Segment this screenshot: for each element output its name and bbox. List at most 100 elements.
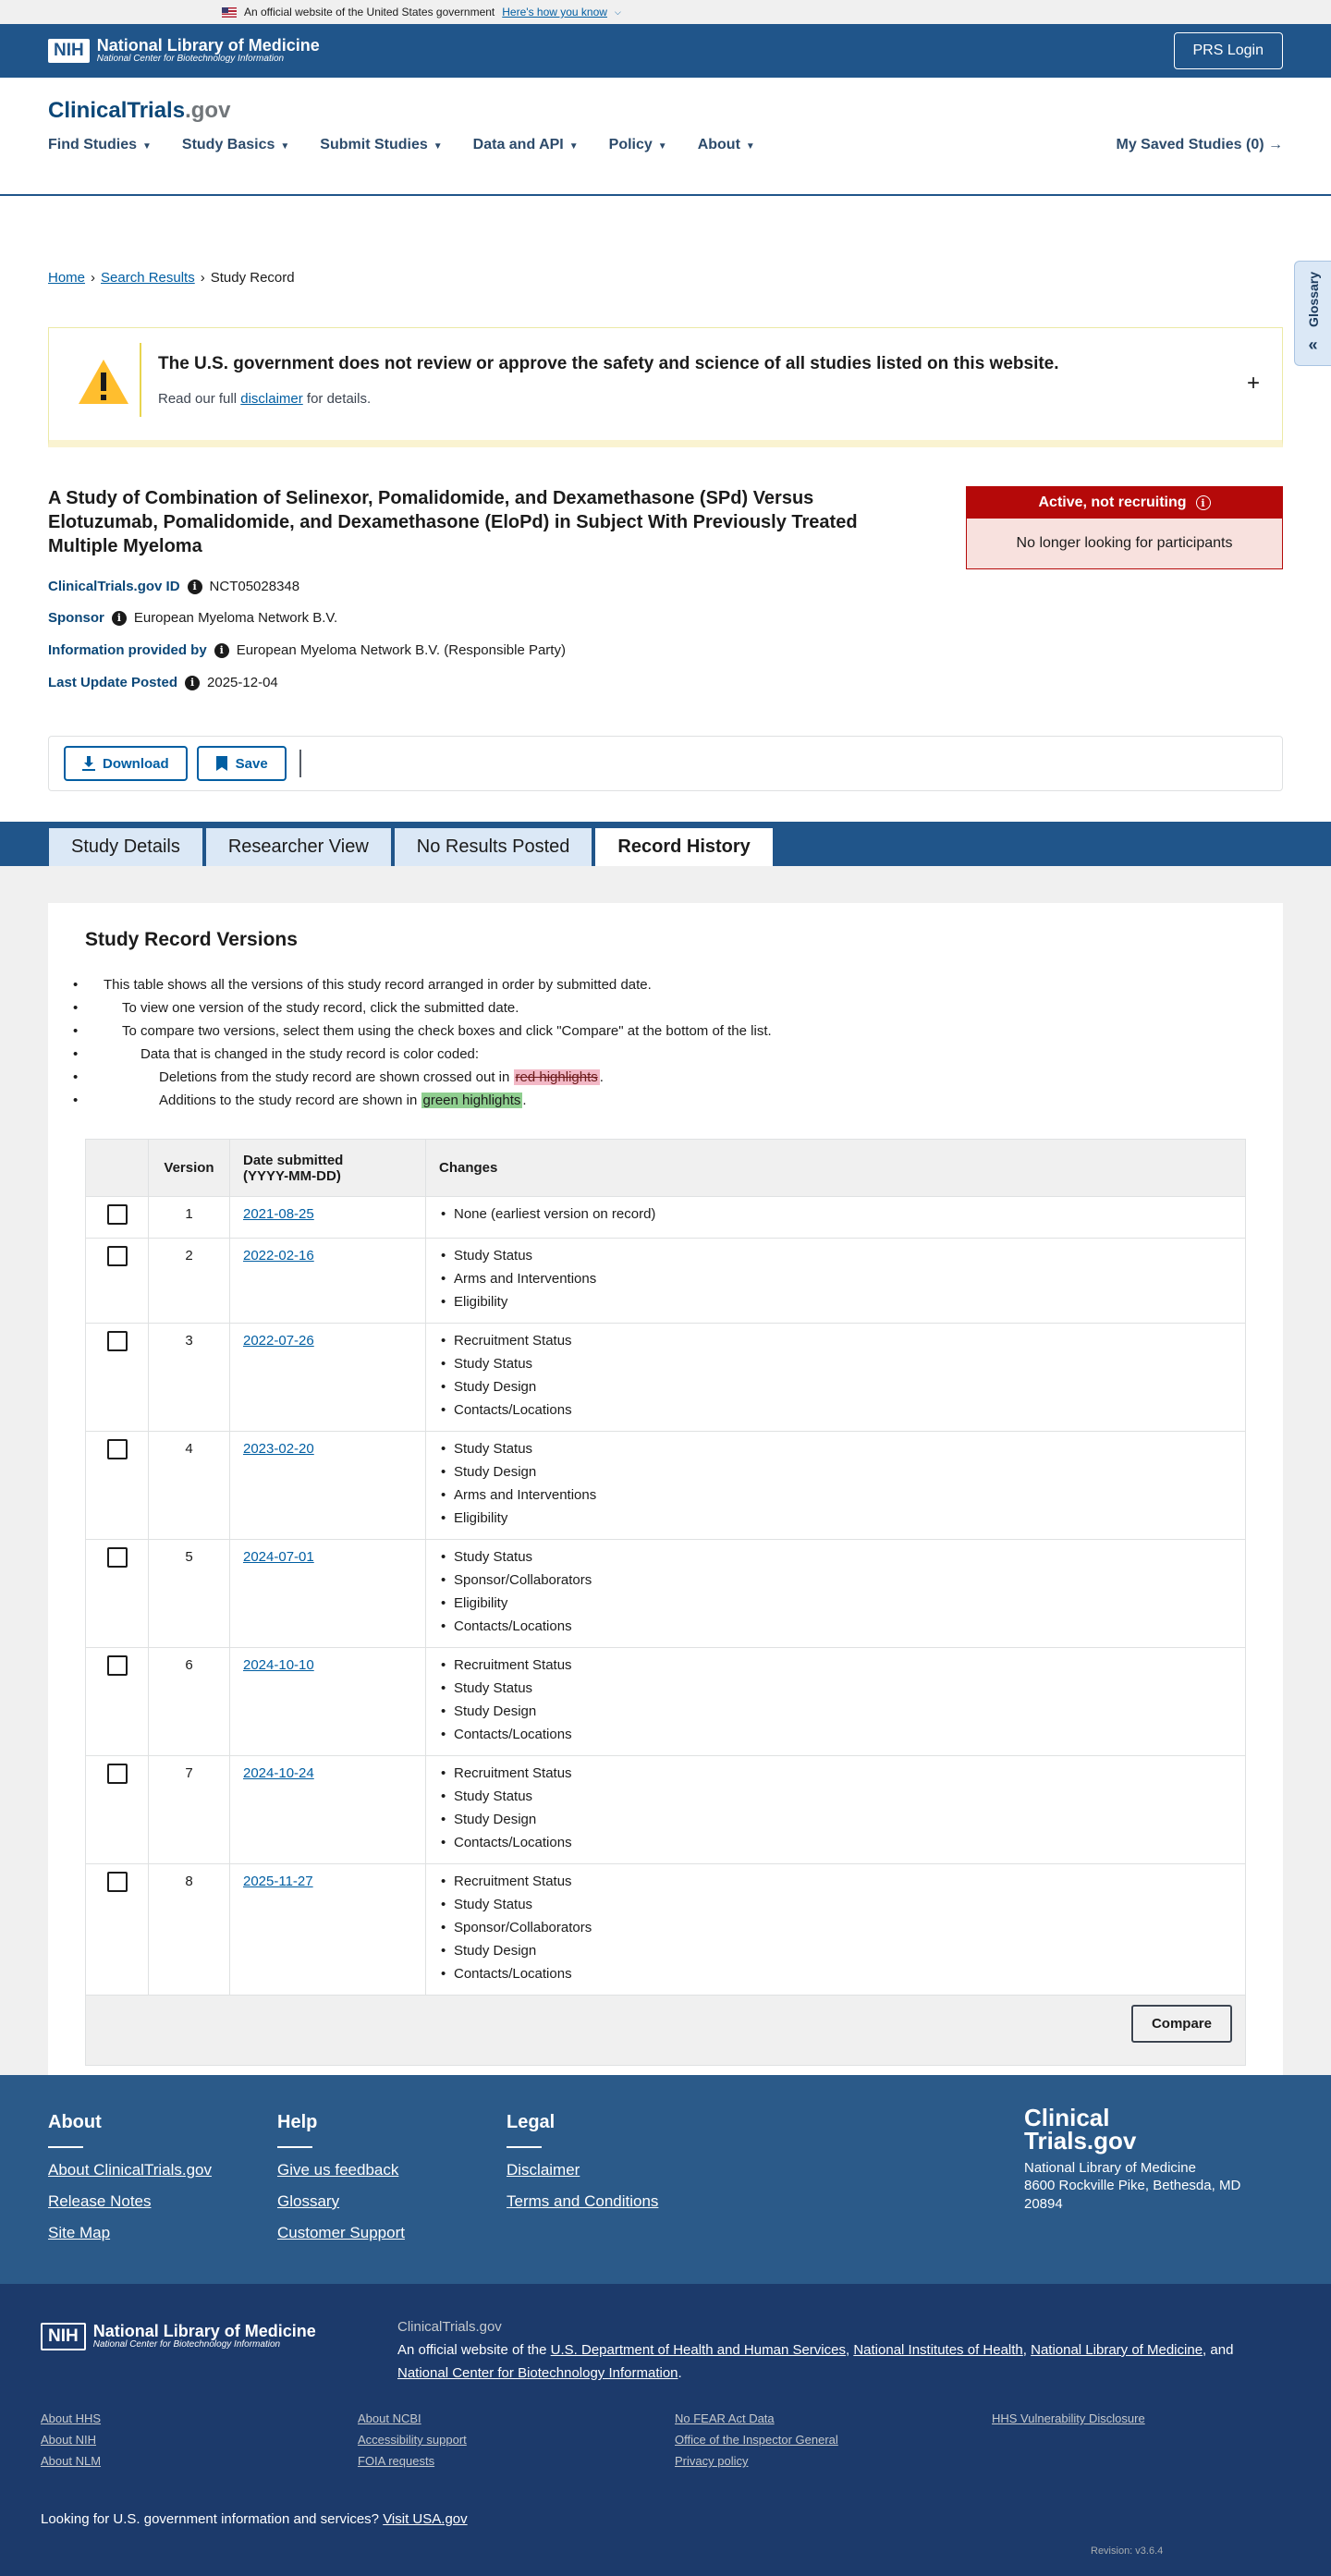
footer-nlm-logo[interactable]: NIH National Library of Medicine Nationa… xyxy=(41,2323,316,2350)
disclaimer-link[interactable]: disclaimer xyxy=(240,391,303,407)
info-icon[interactable]: i xyxy=(111,610,127,626)
arrow-right-icon: → xyxy=(1268,137,1283,153)
nav-label: Submit Studies xyxy=(320,137,428,153)
footer-link[interactable]: Site Map xyxy=(48,2224,212,2242)
version-cell: 2 xyxy=(148,1238,230,1324)
nih-link[interactable]: National Institutes of Health xyxy=(853,2342,1022,2358)
footer-link[interactable]: About NLM xyxy=(41,2454,358,2468)
nav-study-basics[interactable]: Study Basics ▼ xyxy=(182,137,289,153)
nav-label: About xyxy=(697,137,740,153)
version-date-link[interactable]: 2023-02-20 xyxy=(243,1441,314,1457)
status-detail: No longer looking for participants xyxy=(967,519,1282,568)
clinicaltrials-logo[interactable]: ClinicalTrials.gov xyxy=(48,98,230,124)
glossary-tab[interactable]: Glossary « xyxy=(1294,261,1331,366)
version-checkbox[interactable] xyxy=(106,1246,128,1266)
footer-address-line1: 8600 Rockville Pike, Bethesda, MD xyxy=(1024,2178,1241,2194)
nlm-link[interactable]: National Library of Medicine xyxy=(1031,2342,1203,2358)
expand-plus-icon[interactable]: + xyxy=(1247,371,1260,397)
version-date-link[interactable]: 2022-02-16 xyxy=(243,1248,314,1264)
identifier-footer: NIH National Library of Medicine Nationa… xyxy=(0,2284,1331,2576)
download-button[interactable]: Download xyxy=(64,746,188,781)
tab-no-results-posted[interactable]: No Results Posted xyxy=(393,827,593,866)
footer-link[interactable]: About ClinicalTrials.gov xyxy=(48,2161,212,2179)
nav-find-studies[interactable]: Find Studies ▼ xyxy=(48,137,152,153)
action-bar: Download Save xyxy=(48,736,1283,791)
sponsor-value: European Myeloma Network B.V. xyxy=(133,610,338,626)
sponsor-label: Sponsor xyxy=(48,610,104,626)
breadcrumb-home[interactable]: Home xyxy=(48,270,85,286)
footer-link[interactable]: About NIH xyxy=(41,2433,358,2447)
breadcrumb: Home › Search Results › Study Record xyxy=(48,270,295,286)
footer-link[interactable]: About NCBI xyxy=(358,2411,675,2425)
disclaimer-alert: The U.S. government does not review or a… xyxy=(48,327,1283,447)
version-checkbox[interactable] xyxy=(106,1204,128,1225)
version-checkbox[interactable] xyxy=(106,1764,128,1784)
nlm-logo[interactable]: NIH National Library of Medicine Nationa… xyxy=(48,37,320,64)
footer-link[interactable]: Disclaimer xyxy=(507,2161,658,2179)
info-icon[interactable]: i xyxy=(1195,495,1211,510)
tab-researcher-view[interactable]: Researcher View xyxy=(204,827,392,866)
change-item: Study Status xyxy=(439,1677,1232,1700)
footer-link[interactable]: Office of the Inspector General xyxy=(675,2433,992,2447)
checkbox-cell xyxy=(85,1647,149,1756)
version-checkbox[interactable] xyxy=(106,1872,128,1892)
footer-link[interactable]: HHS Vulnerability Disclosure xyxy=(992,2411,1309,2425)
chevron-down-icon: ▼ xyxy=(280,141,290,152)
us-flag-icon xyxy=(222,6,237,18)
my-saved-studies-link[interactable]: My Saved Studies (0) → xyxy=(1117,137,1284,153)
gov-banner-text: An official website of the United States… xyxy=(244,6,495,18)
tab-record-history[interactable]: Record History xyxy=(594,827,774,866)
footer-link[interactable]: Accessibility support xyxy=(358,2433,675,2447)
nav-policy[interactable]: Policy ▼ xyxy=(609,137,667,153)
footer-link[interactable]: No FEAR Act Data xyxy=(675,2411,992,2425)
changes-cell: Recruitment StatusStudy StatusStudy Desi… xyxy=(425,1755,1246,1864)
version-date-link[interactable]: 2021-08-25 xyxy=(243,1206,314,1222)
usa-gov-link[interactable]: Visit USA.gov xyxy=(383,2511,467,2527)
version-date-link[interactable]: 2024-07-01 xyxy=(243,1549,314,1565)
heres-how-you-know-link[interactable]: Here's how you know xyxy=(502,6,607,18)
record-tabs: Study Details Researcher View No Results… xyxy=(0,822,1331,866)
footer-link[interactable]: FOIA requests xyxy=(358,2454,675,2468)
nav-submit-studies[interactable]: Submit Studies ▼ xyxy=(320,137,442,153)
tab-study-details[interactable]: Study Details xyxy=(48,827,203,866)
version-date-link[interactable]: 2024-10-10 xyxy=(243,1657,314,1673)
footer-link[interactable]: Release Notes xyxy=(48,2192,212,2211)
and-text: and xyxy=(1210,2342,1234,2358)
footer-link[interactable]: Terms and Conditions xyxy=(507,2192,658,2211)
info-icon[interactable]: i xyxy=(187,579,202,594)
version-checkbox[interactable] xyxy=(106,1439,128,1459)
footer-link[interactable]: Glossary xyxy=(277,2192,405,2211)
version-checkbox[interactable] xyxy=(106,1331,128,1351)
save-button[interactable]: Save xyxy=(196,746,287,781)
date-cell: 2022-02-16 xyxy=(229,1238,426,1324)
change-item: Contacts/Locations xyxy=(439,1962,1232,1985)
ncbi-link[interactable]: National Center for Biotechnology Inform… xyxy=(397,2365,678,2381)
footer-legal-column: Legal Disclaimer Terms and Conditions xyxy=(507,2112,658,2224)
info-icon[interactable]: i xyxy=(185,675,201,690)
list-item: To compare two versions, select them usi… xyxy=(73,1019,772,1043)
compare-button[interactable]: Compare xyxy=(1130,2005,1232,2043)
changes-cell: Study StatusStudy DesignArms and Interve… xyxy=(425,1431,1246,1540)
change-item: Recruitment Status xyxy=(439,1654,1232,1677)
nav-label: Data and API xyxy=(472,137,564,153)
version-date-link[interactable]: 2025-11-27 xyxy=(243,1874,313,1889)
version-date-link[interactable]: 2022-07-26 xyxy=(243,1333,314,1349)
footer-link[interactable]: Customer Support xyxy=(277,2224,405,2242)
prs-login-button[interactable]: PRS Login xyxy=(1173,32,1283,69)
version-cell: 5 xyxy=(148,1539,230,1648)
version-date-link[interactable]: 2024-10-24 xyxy=(243,1765,314,1781)
version-cell: 3 xyxy=(148,1323,230,1432)
changes-cell: Recruitment StatusStudy StatusStudy Desi… xyxy=(425,1647,1246,1756)
footer-link[interactable]: Give us feedback xyxy=(277,2161,405,2179)
compare-row: Compare xyxy=(85,1995,1246,2066)
disclaimer-body: Read our full disclaimer for details. xyxy=(158,391,371,407)
hhs-link[interactable]: U.S. Department of Health and Human Serv… xyxy=(551,2342,846,2358)
nav-data-and-api[interactable]: Data and API ▼ xyxy=(473,137,579,153)
nav-about[interactable]: About ▼ xyxy=(698,137,755,153)
version-checkbox[interactable] xyxy=(106,1547,128,1568)
footer-link[interactable]: About HHS xyxy=(41,2411,358,2425)
info-icon[interactable]: i xyxy=(214,642,229,658)
footer-link[interactable]: Privacy policy xyxy=(675,2454,992,2468)
breadcrumb-search-results[interactable]: Search Results xyxy=(101,270,195,286)
version-checkbox[interactable] xyxy=(106,1655,128,1676)
